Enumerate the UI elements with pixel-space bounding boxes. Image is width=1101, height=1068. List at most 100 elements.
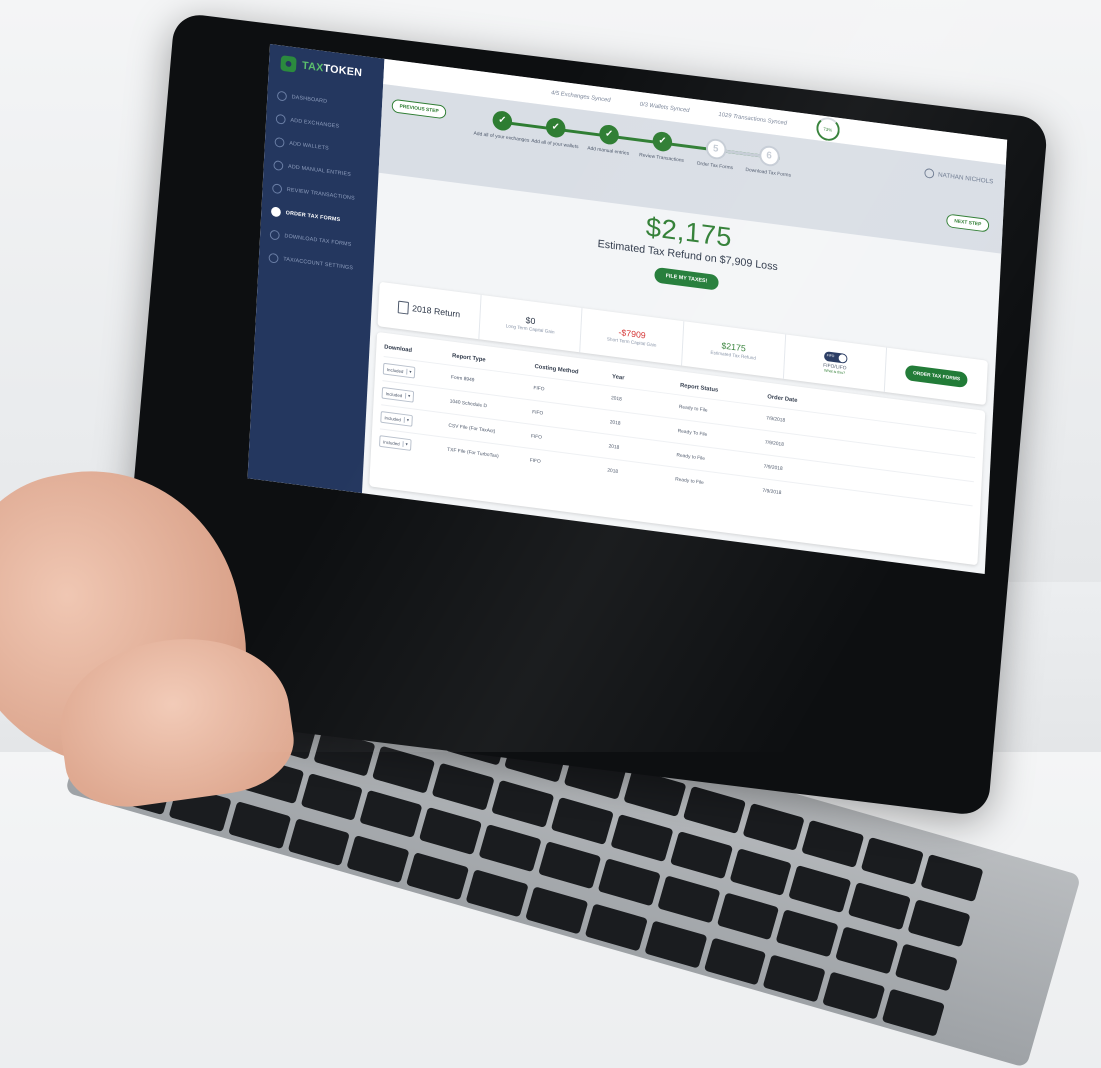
report-type-cell: CSV File (For TaxAct) — [448, 422, 496, 435]
document-icon — [397, 300, 409, 315]
report-status-cell: Ready To File — [677, 428, 708, 438]
keyboard-key — [584, 902, 648, 951]
download-select[interactable]: Included ▾ — [380, 411, 414, 427]
keyboard-key — [359, 789, 423, 839]
report-type-cell: TXF File (For TurboTax) — [447, 446, 499, 460]
keyboard-key — [848, 881, 912, 930]
keyboard-key — [920, 854, 984, 903]
download-cell: Included ▾ — [381, 386, 451, 407]
year-cell: 2018 — [608, 443, 620, 451]
keyboard-key — [406, 851, 470, 900]
keyboard-key — [861, 836, 925, 886]
next-step-button[interactable]: Next Step — [946, 213, 990, 233]
check-icon: ✓ — [545, 116, 566, 139]
nav-icon — [276, 90, 288, 102]
keyboard-key — [346, 834, 410, 883]
download-value: Included — [385, 390, 403, 398]
toggle-label: FIFO — [826, 353, 835, 359]
keyboard-key — [287, 817, 351, 866]
long-term-gain: $0 Long Term Capital Gain — [478, 294, 583, 353]
report-status-cell: Ready to File — [675, 476, 704, 487]
keyboard-key — [227, 800, 292, 849]
keyboard-key — [610, 813, 674, 862]
keyboard-key — [465, 868, 529, 917]
keyboard-key — [882, 988, 946, 1037]
order-cell: Order Tax Forms — [885, 348, 988, 405]
download-select[interactable]: Included ▾ — [379, 435, 412, 451]
step-number: 6 — [758, 144, 780, 168]
keyboard-key — [894, 943, 958, 992]
step-6[interactable]: 6 Download Tax Forms — [737, 142, 801, 180]
sidebar-item-label: Add Exchanges — [290, 117, 340, 130]
nav-icon — [275, 113, 286, 125]
report-type-cell: 1040 Schedule D — [449, 398, 488, 410]
download-select[interactable]: Included ▾ — [381, 386, 415, 403]
keyboard-key — [763, 954, 827, 1003]
download-cell: Included ▾ — [382, 362, 452, 383]
keyboard-key — [478, 824, 542, 873]
keyboard-key — [742, 802, 806, 851]
sync-progress-value: 73% — [823, 126, 833, 133]
keyboard-key — [788, 864, 852, 913]
keyboard-key — [491, 779, 555, 828]
costing-method-cell: FIFO — [532, 409, 544, 417]
nav-icon — [272, 183, 283, 195]
step-label: Download Tax Forms — [745, 166, 792, 179]
keyboard-key — [682, 785, 746, 834]
toggle-knob — [838, 353, 847, 363]
check-icon: ✓ — [598, 123, 620, 146]
keyboard-key — [801, 819, 865, 868]
return-year: 2018 Return — [377, 281, 482, 340]
sidebar: TAXTOKEN Dashboard Add Exchanges Add Walle… — [247, 44, 385, 494]
year-cell: 2018 — [607, 467, 619, 475]
keyboard-key — [538, 841, 602, 890]
nav-icon — [269, 229, 280, 241]
sidebar-item-label: Add Wallets — [289, 140, 329, 152]
sidebar-item-label: Tax/Account Settings — [283, 256, 354, 272]
fifo-lifo-toggle[interactable]: FIFO — [823, 351, 848, 364]
sidebar-item-label: Review Transactions — [286, 187, 355, 202]
estimated-refund: $2175 Estimated Tax Refund — [682, 321, 786, 379]
download-value: Included — [383, 439, 400, 447]
report-status-cell: Ready to File — [676, 452, 706, 462]
keyboard-key — [716, 892, 780, 941]
keyboard-key — [775, 909, 839, 958]
logo-icon — [280, 55, 297, 73]
keyboard-key — [822, 971, 886, 1020]
keyboard-key — [669, 830, 733, 879]
keyboard-key — [525, 885, 589, 934]
sync-progress-ring: 73% — [815, 115, 840, 143]
keyboard-key — [729, 847, 793, 896]
logo-suffix: TOKEN — [323, 62, 363, 80]
costing-method-cell: FIFO — [533, 385, 545, 393]
previous-step-button[interactable]: Previous Step — [391, 98, 447, 120]
file-taxes-button[interactable]: File My Taxes! — [653, 266, 720, 291]
nav-icon — [268, 252, 279, 264]
nav-icon — [273, 160, 284, 172]
gear-icon — [924, 167, 935, 179]
transactions-synced: 1029 Transactions Synced — [718, 111, 788, 127]
nav-icon — [274, 136, 285, 148]
wallets-synced: 0/3 Wallets Synced — [639, 101, 690, 114]
order-tax-forms-button[interactable]: Order Tax Forms — [904, 364, 969, 389]
exchanges-synced: 4/5 Exchanges Synced — [550, 90, 611, 104]
keyboard-key — [644, 919, 708, 968]
costing-method-toggle-cell: FIFO FIFO/LIFO What is this? — [783, 334, 888, 393]
sidebar-item-label: Order Tax Forms — [285, 210, 341, 224]
keyboard-key — [300, 772, 364, 821]
year-cell: 2018 — [610, 395, 622, 403]
sidebar-item-label: Add Manual Entries — [287, 163, 352, 178]
year-cell: 2018 — [609, 419, 621, 427]
download-select[interactable]: Included ▾ — [382, 362, 416, 379]
chevron-down-icon: ▾ — [403, 416, 410, 424]
chevron-down-icon: ▾ — [406, 368, 412, 376]
sidebar-item-label: Dashboard — [291, 94, 328, 105]
nav-icon — [270, 206, 282, 218]
costing-method-cell: FIFO — [529, 457, 541, 465]
sidebar-item-label: Download Tax Forms — [284, 233, 352, 248]
costing-method-cell: FIFO — [530, 433, 543, 441]
check-icon: ✓ — [652, 130, 673, 153]
keyboard-key — [656, 875, 721, 924]
logo-prefix: TAX — [301, 59, 324, 75]
keyboard-key — [431, 762, 496, 811]
